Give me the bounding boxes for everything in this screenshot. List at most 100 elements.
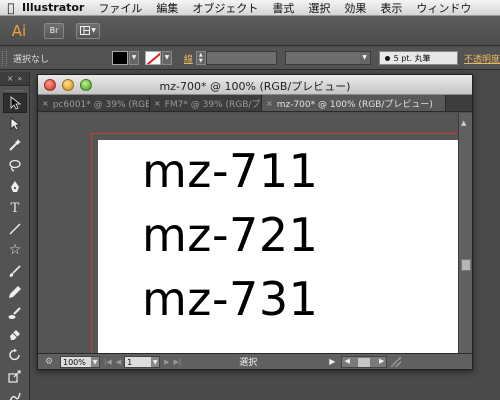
window-resize-grip[interactable] xyxy=(391,356,402,367)
type-tool[interactable]: T xyxy=(3,198,27,218)
rotate-icon xyxy=(9,348,20,361)
direct-selection-tool[interactable] xyxy=(3,114,27,134)
type-icon: T xyxy=(10,200,20,216)
opacity-label[interactable]: 不透明度 xyxy=(464,52,500,65)
last-artboard-icon[interactable]: ▶| xyxy=(174,358,182,366)
brush-icon xyxy=(9,265,21,277)
tools-panel: × » T ☆ xyxy=(0,72,30,400)
document-window: mz-700* @ 100% (RGB/プレビュー) × pc6001* @ 3… xyxy=(37,74,473,370)
brush-value: 5 pt. 丸筆 xyxy=(393,53,431,63)
apple-icon[interactable]:  xyxy=(0,1,22,15)
artboard-number-field[interactable]: 1 ▼ xyxy=(124,355,161,368)
tools-panel-grip[interactable] xyxy=(5,86,24,91)
tab-mz700[interactable]: × mz-700* @ 100% (RGB/プレビュー) xyxy=(262,95,446,111)
tab-pc6001[interactable]: × pc6001* @ 39% (RGB/プレビュー) xyxy=(38,95,150,111)
first-artboard-icon[interactable]: |◀ xyxy=(104,358,112,366)
paintbrush-tool[interactable] xyxy=(3,261,27,281)
expand-icon[interactable]: » xyxy=(17,74,22,83)
vertical-scrollbar[interactable]: ▲ xyxy=(458,113,472,354)
brush-definition-field[interactable]: 5 pt. 丸筆 xyxy=(378,51,458,65)
artboard-navigation-icon[interactable]: ⚙ xyxy=(38,357,60,367)
pencil-icon xyxy=(9,286,21,298)
star-tool[interactable]: ☆ xyxy=(3,240,27,260)
menu-view[interactable]: 表示 xyxy=(380,0,402,16)
scroll-left-icon[interactable]: ◀ xyxy=(344,357,349,365)
pen-tool[interactable] xyxy=(3,177,27,197)
rotate-tool[interactable] xyxy=(3,345,27,365)
wand-icon xyxy=(9,139,21,151)
horizontal-scroll-thumb[interactable] xyxy=(358,357,371,367)
tab-label: mz-700* @ 100% (RGB/プレビュー) xyxy=(276,99,433,110)
menu-bar:  Illustrator ファイル 編集 オブジェクト 書式 選択 効果 表示… xyxy=(0,0,500,16)
lasso-icon xyxy=(9,159,21,172)
scale-tool[interactable] xyxy=(3,366,27,386)
scroll-right-icon[interactable]: ▶ xyxy=(379,357,384,365)
star-icon: ☆ xyxy=(8,242,22,258)
lasso-tool[interactable] xyxy=(3,156,27,176)
document-title: mz-700* @ 100% (RGB/プレビュー) xyxy=(159,80,351,93)
white-arrow-icon xyxy=(10,117,22,131)
pen-icon xyxy=(11,181,19,192)
tab-label: FM7* @ 39% (RGB/プレビュー) xyxy=(164,99,261,110)
chevron-down-icon: ▼ xyxy=(91,26,96,34)
artboard-text-line[interactable]: mz-721 xyxy=(142,208,318,262)
blob-brush-tool[interactable] xyxy=(3,303,27,323)
menu-file[interactable]: ファイル xyxy=(98,0,142,16)
menu-window[interactable]: ウィンドウ xyxy=(416,0,471,16)
arrange-documents-button[interactable]: ▼ xyxy=(76,22,100,39)
pencil-tool[interactable] xyxy=(3,282,27,302)
menu-object[interactable]: オブジェクト xyxy=(192,0,258,16)
vertical-scroll-thumb[interactable] xyxy=(461,259,471,271)
line-icon xyxy=(9,223,21,235)
close-icon[interactable]: × xyxy=(7,74,14,83)
zoom-level-field[interactable]: 100% ▼ xyxy=(60,355,100,368)
arrow-icon xyxy=(10,96,22,110)
stroke-swatch[interactable] xyxy=(145,51,161,65)
tab-close-icon[interactable]: × xyxy=(266,99,273,108)
variable-width-profile[interactable]: ▼ xyxy=(285,51,371,65)
artboard-text-line[interactable]: mz-731 xyxy=(142,272,318,326)
fill-dropdown-icon[interactable]: ▼ xyxy=(129,51,140,65)
warp-icon xyxy=(9,392,21,400)
bridge-button[interactable]: Br xyxy=(44,22,64,39)
menu-effect[interactable]: 効果 xyxy=(344,0,366,16)
stroke-dropdown-icon[interactable]: ▼ xyxy=(161,51,172,65)
previous-artboard-icon[interactable]: ◀ xyxy=(116,358,121,366)
menu-app-name[interactable]: Illustrator xyxy=(22,1,84,14)
status-bar: ⚙ 100% ▼ |◀ ◀ 1 ▼ ▶ ▶| 選択 ▶ ◀ ▶ xyxy=(38,353,472,369)
artboard[interactable]: mz-711 mz-721 mz-731 xyxy=(98,140,460,354)
blob-brush-icon xyxy=(8,307,21,319)
artboard-text-line[interactable]: mz-711 xyxy=(142,144,318,198)
control-bar-grip[interactable] xyxy=(2,50,7,66)
selection-status: 選択なし xyxy=(12,54,49,65)
eraser-tool[interactable] xyxy=(3,324,27,344)
warp-tool[interactable] xyxy=(3,387,27,400)
document-title-bar[interactable]: mz-700* @ 100% (RGB/プレビュー) xyxy=(38,75,472,95)
tab-close-icon[interactable]: × xyxy=(42,99,49,108)
menu-type[interactable]: 書式 xyxy=(272,0,294,16)
application-bar: Ai Br ▼ xyxy=(0,16,500,46)
menu-edit[interactable]: 編集 xyxy=(156,0,178,16)
control-bar: 選択なし ▼ ▼ 線 ▲ ▼ ▼ 5 pt. 丸筆 不透明度 xyxy=(0,47,500,70)
chevron-down-icon: ▼ xyxy=(151,356,160,367)
chevron-down-icon: ▼ xyxy=(359,52,370,64)
scale-icon xyxy=(8,370,21,383)
horizontal-scrollbar[interactable]: ◀ ▶ xyxy=(341,355,388,368)
scroll-up-icon[interactable]: ▲ xyxy=(461,119,466,127)
status-menu-arrow-icon[interactable]: ▶ xyxy=(329,357,335,366)
tab-close-icon[interactable]: × xyxy=(154,99,161,108)
next-artboard-icon[interactable]: ▶ xyxy=(164,358,169,366)
magic-wand-tool[interactable] xyxy=(3,135,27,155)
fill-swatch[interactable] xyxy=(112,51,129,65)
status-mode-text: 選択 xyxy=(239,358,258,368)
selection-tool[interactable] xyxy=(3,93,27,113)
tab-fm7[interactable]: × FM7* @ 39% (RGB/プレビュー) xyxy=(150,95,262,111)
stroke-weight-stepper[interactable]: ▲ ▼ xyxy=(195,51,206,65)
menu-select[interactable]: 選択 xyxy=(308,0,330,16)
artboard-number: 1 xyxy=(127,357,133,367)
tools-panel-header: × » xyxy=(0,72,29,86)
stroke-label[interactable]: 線 xyxy=(184,52,193,65)
line-segment-tool[interactable] xyxy=(3,219,27,239)
canvas-area[interactable]: mz-711 mz-721 mz-731 xyxy=(38,113,460,354)
stroke-weight-field[interactable] xyxy=(205,51,278,65)
